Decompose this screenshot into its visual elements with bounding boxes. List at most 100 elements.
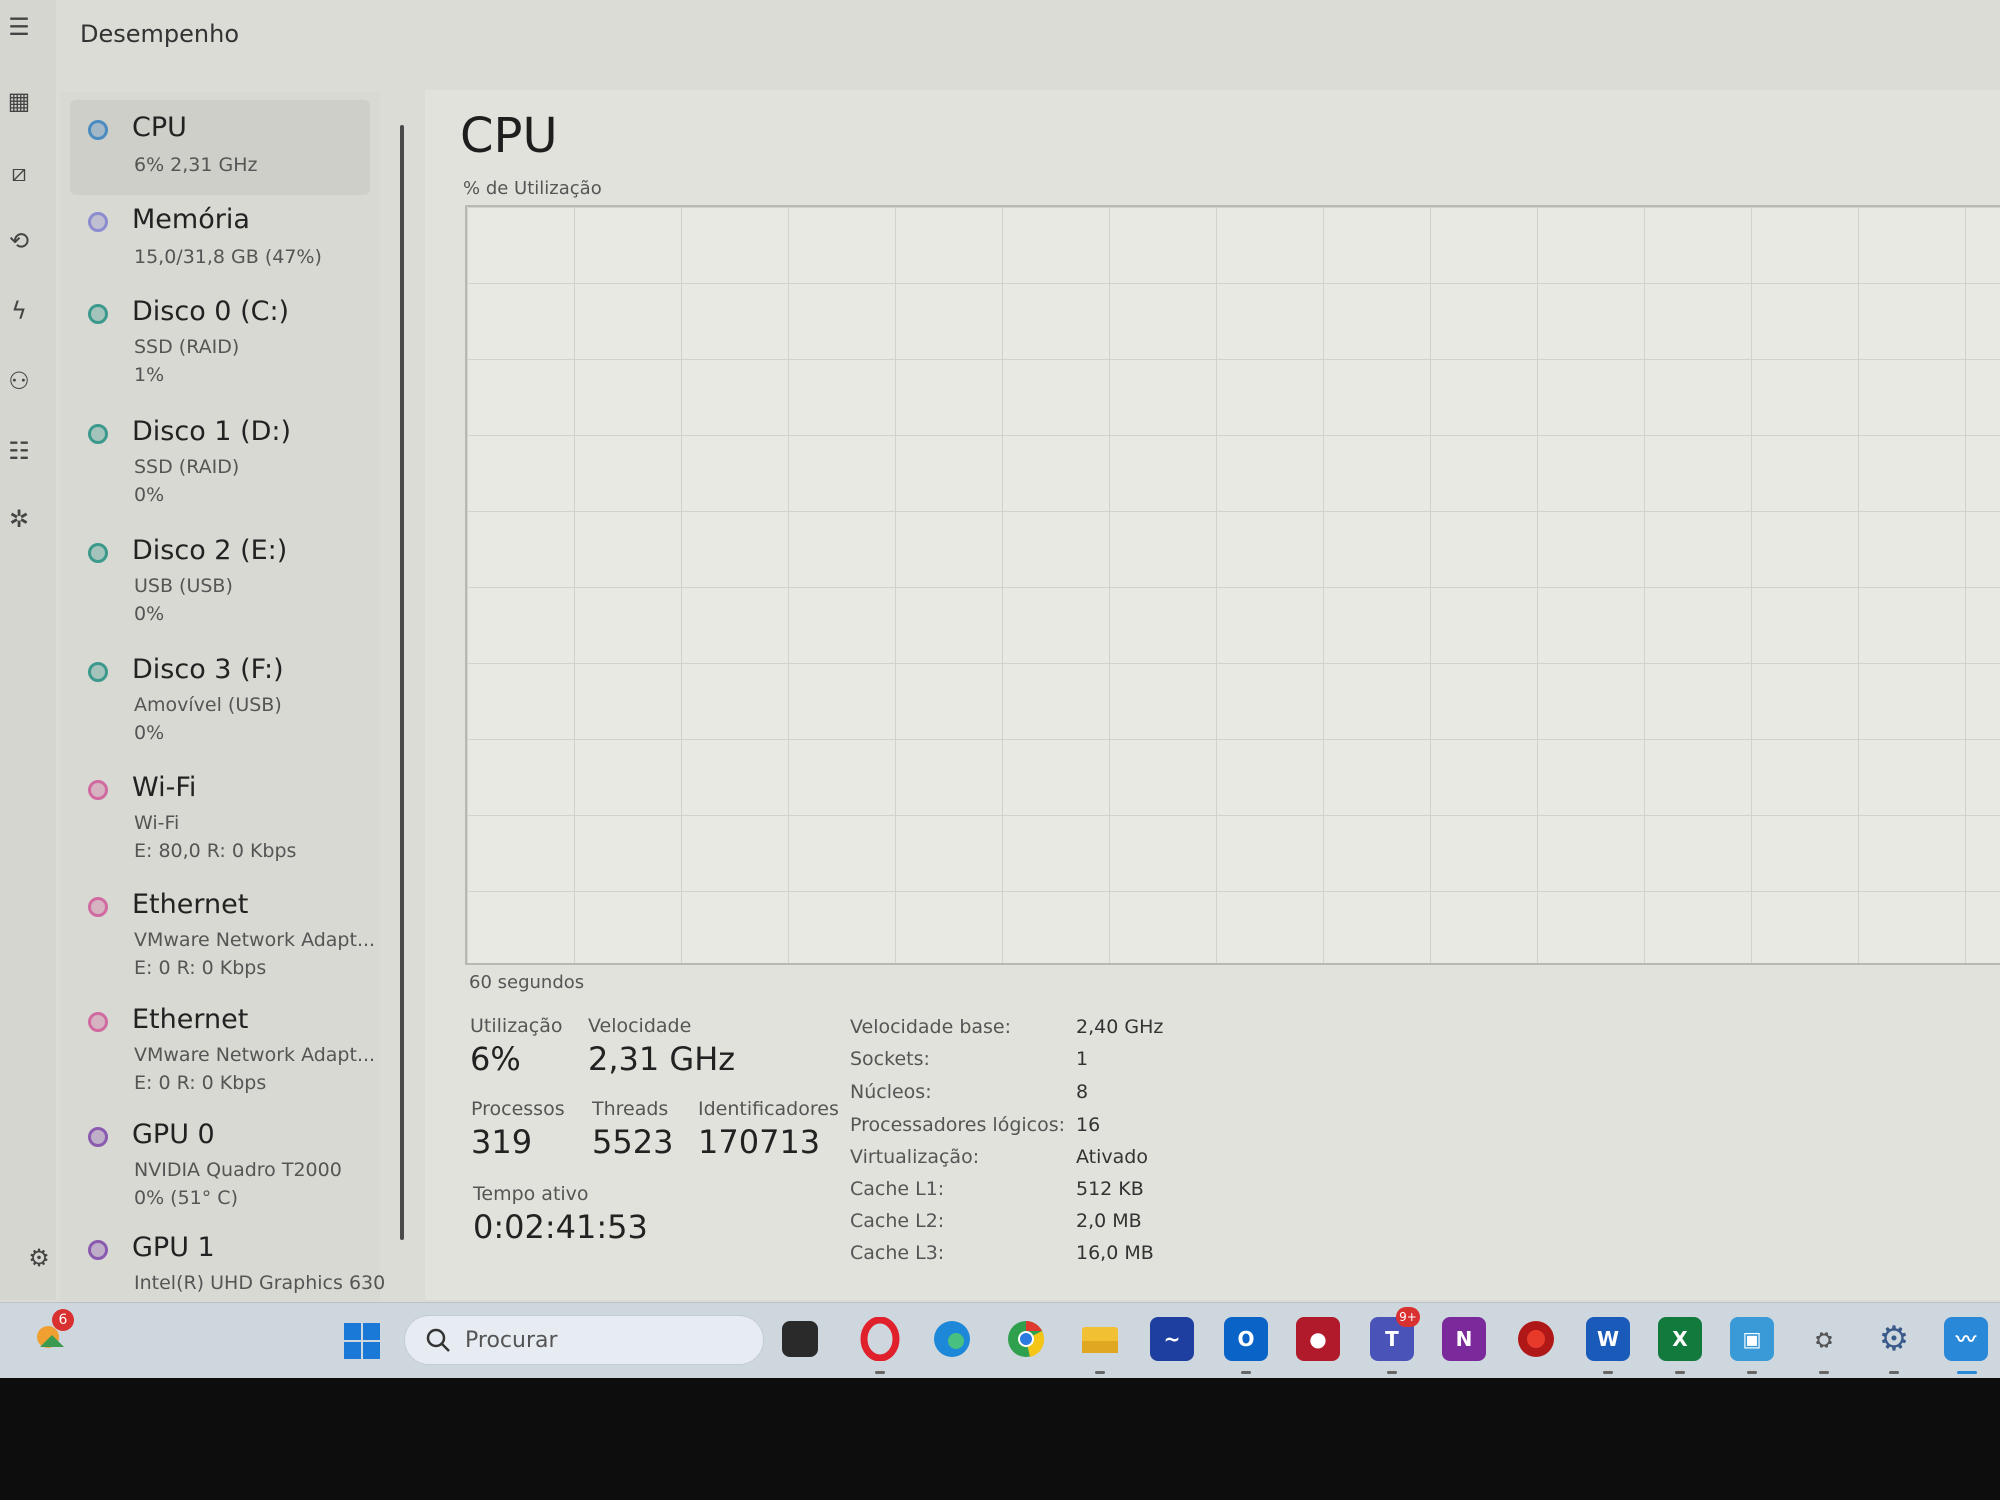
- device-name: Ethernet: [132, 1004, 249, 1035]
- spec-label: Processadores lógicos:: [850, 1114, 1066, 1136]
- spec-value: 8: [1076, 1081, 1089, 1103]
- windows-start-icon[interactable]: [342, 1321, 382, 1361]
- spec-label: Cache L3:: [850, 1242, 945, 1264]
- hamburger-menu-icon[interactable]: ☰: [4, 12, 34, 42]
- processes-label: Processos: [471, 1098, 565, 1120]
- network-tool-icon[interactable]: ⛭: [1802, 1317, 1846, 1361]
- spec-value: Ativado: [1076, 1146, 1148, 1168]
- users-icon[interactable]: ⚇: [4, 366, 34, 396]
- handles-value: 170713: [698, 1123, 821, 1161]
- device-color-dot: [88, 897, 108, 917]
- device-color-dot: [88, 780, 108, 800]
- details-icon[interactable]: ☷: [4, 436, 34, 466]
- running-indicator: [1387, 1371, 1397, 1374]
- threads-value: 5523: [592, 1123, 674, 1161]
- device-item-ethernet-1[interactable]: Ethernet VMware Network Adapt... E: 0 R:…: [70, 877, 375, 979]
- device-detail: Intel(R) UHD Graphics 630: [134, 1272, 386, 1294]
- spec-label: Sockets:: [850, 1048, 930, 1070]
- device-item-cpu[interactable]: CPU 6% 2,31 GHz: [70, 100, 370, 195]
- onenote-icon[interactable]: N: [1442, 1317, 1486, 1361]
- utilization-value: 6%: [470, 1040, 521, 1078]
- performance-icon[interactable]: ⧄: [4, 158, 34, 188]
- device-detail: SSD (RAID): [134, 456, 240, 478]
- search-icon: [425, 1327, 451, 1353]
- word-icon[interactable]: W: [1586, 1317, 1630, 1361]
- security-app-icon[interactable]: [1514, 1317, 1558, 1361]
- panel-title: CPU: [460, 108, 558, 164]
- device-detail: VMware Network Adapt...: [134, 1044, 376, 1066]
- running-indicator: [1241, 1371, 1251, 1374]
- device-detail: 6% 2,31 GHz: [134, 154, 258, 176]
- device-detail: Amovível (USB): [134, 694, 282, 716]
- device-name: CPU: [132, 112, 187, 143]
- device-name: Disco 1 (D:): [132, 416, 292, 447]
- utilization-label: Utilização: [470, 1015, 563, 1037]
- device-item-disk-2[interactable]: Disco 2 (E:) USB (USB) 0%: [70, 523, 370, 625]
- task-manager-window: ☰ ▦ ⧄ ⟲ ϟ ⚇ ☷ ✲ ⚙ Desempenho CPU 6% 2,31…: [0, 0, 2000, 1378]
- device-throughput: E: 80,0 R: 0 Kbps: [134, 840, 297, 862]
- device-color-dot: [88, 1127, 108, 1147]
- task-manager-icon[interactable]: 〰: [1944, 1317, 1988, 1361]
- startup-apps-icon[interactable]: ϟ: [4, 296, 34, 326]
- running-indicator: [1819, 1371, 1829, 1374]
- speed-value: 2,31 GHz: [588, 1040, 736, 1078]
- settings-app-icon[interactable]: ⚙: [1872, 1317, 1916, 1361]
- device-usage: 1%: [134, 364, 165, 386]
- running-indicator: [1675, 1371, 1685, 1374]
- device-item-gpu-1[interactable]: GPU 1 Intel(R) UHD Graphics 630: [70, 1220, 385, 1315]
- device-usage: 0%: [134, 603, 165, 625]
- handles-label: Identificadores: [698, 1098, 839, 1120]
- device-list-scrollbar[interactable]: [400, 125, 404, 1240]
- remote-desktop-icon[interactable]: ▣: [1730, 1317, 1774, 1361]
- opera-browser-icon[interactable]: [858, 1316, 902, 1362]
- device-item-disk-1[interactable]: Disco 1 (D:) SSD (RAID) 0%: [70, 404, 370, 506]
- device-item-gpu-0[interactable]: GPU 0 NVIDIA Quadro T2000 0% (51° C): [70, 1107, 370, 1209]
- device-color-dot: [88, 1240, 108, 1260]
- spec-value: 512 KB: [1076, 1178, 1144, 1200]
- file-explorer-icon[interactable]: [1078, 1317, 1122, 1361]
- spec-label: Velocidade base:: [850, 1016, 1012, 1038]
- edge-browser-icon[interactable]: [930, 1317, 974, 1361]
- taskbar: 6 Procurar ~ O ● T 9+ N W X ▣ ⛭ ⚙ 〰: [0, 1302, 2000, 1378]
- running-indicator: [1095, 1371, 1105, 1374]
- processes-value: 319: [471, 1123, 533, 1161]
- device-usage: 0% (51° C): [134, 1187, 238, 1209]
- device-item-memory[interactable]: Memória 15,0/31,8 GB (47%): [70, 192, 370, 287]
- graph-time-label: 60 segundos: [469, 972, 585, 993]
- screen-recorder-icon[interactable]: ●: [1296, 1317, 1340, 1361]
- speed-label: Velocidade: [588, 1015, 692, 1037]
- device-detail: Wi-Fi: [134, 812, 180, 834]
- spec-value: 2,40 GHz: [1076, 1016, 1164, 1038]
- running-indicator: [1603, 1371, 1613, 1374]
- performance-panel: CPU % de Utilização 60 segundos Utilizaç…: [425, 90, 2000, 1300]
- cpu-usage-graph: [465, 205, 2000, 965]
- device-item-wifi[interactable]: Wi-Fi Wi-Fi E: 80,0 R: 0 Kbps: [70, 760, 370, 862]
- device-item-disk-3[interactable]: Disco 3 (F:) Amovível (USB) 0%: [70, 642, 370, 744]
- processes-icon[interactable]: ▦: [4, 86, 34, 116]
- services-icon[interactable]: ✲: [4, 504, 34, 534]
- taskbar-search-box[interactable]: Procurar: [404, 1315, 764, 1365]
- spec-value: 16,0 MB: [1076, 1242, 1154, 1264]
- chrome-browser-icon[interactable]: [1004, 1317, 1048, 1361]
- threads-label: Threads: [592, 1098, 669, 1120]
- device-color-dot: [88, 424, 108, 444]
- device-color-dot: [88, 662, 108, 682]
- device-color-dot: [88, 543, 108, 563]
- outlook-icon[interactable]: O: [1224, 1317, 1268, 1361]
- search-placeholder: Procurar: [465, 1328, 558, 1353]
- app-history-icon[interactable]: ⟲: [4, 226, 34, 256]
- device-name: Disco 3 (F:): [132, 654, 284, 685]
- task-view-icon[interactable]: [782, 1321, 818, 1357]
- device-throughput: E: 0 R: 0 Kbps: [134, 957, 267, 979]
- device-detail: SSD (RAID): [134, 336, 240, 358]
- whiteboard-icon[interactable]: ~: [1150, 1317, 1194, 1361]
- device-item-disk-0[interactable]: Disco 0 (C:) SSD (RAID) 1%: [70, 284, 370, 386]
- device-list: CPU 6% 2,31 GHz Memória 15,0/31,8 GB (47…: [60, 92, 385, 1302]
- graph-y-label: % de Utilização: [463, 178, 602, 199]
- excel-icon[interactable]: X: [1658, 1317, 1702, 1361]
- device-detail: 15,0/31,8 GB (47%): [134, 246, 322, 268]
- settings-gear-icon[interactable]: ⚙: [24, 1243, 54, 1273]
- device-name: GPU 1: [132, 1232, 215, 1263]
- spec-label: Virtualização:: [850, 1146, 980, 1168]
- device-item-ethernet-2[interactable]: Ethernet VMware Network Adapt... E: 0 R:…: [70, 992, 375, 1094]
